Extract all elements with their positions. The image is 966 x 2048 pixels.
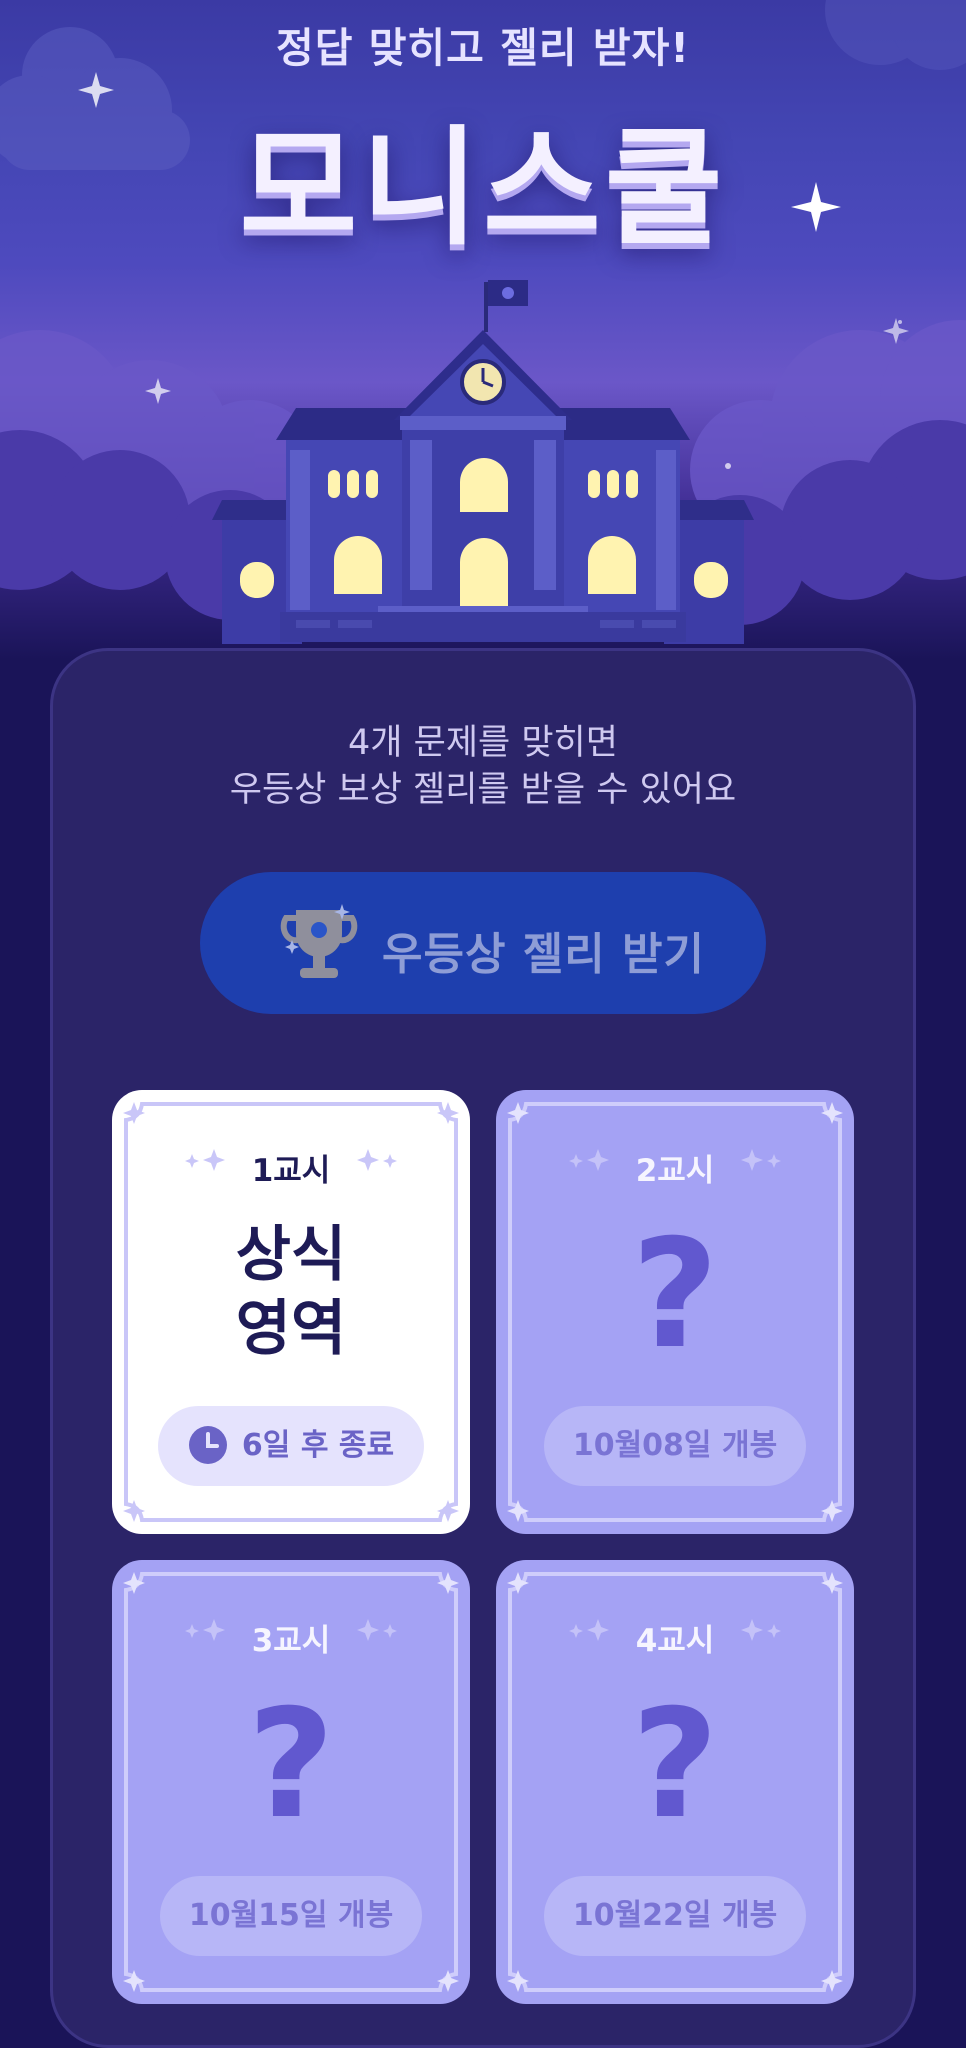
intro-line-2: 우등상 보상 젤리를 받을 수 있어요 xyxy=(229,770,737,810)
card-status-pill: 6일 후 종료 xyxy=(158,1406,424,1486)
reward-button-label: 우등상 젤리 받기 xyxy=(382,929,705,980)
card-period-label: 2교시 xyxy=(635,1153,715,1189)
clock-icon xyxy=(188,1425,227,1464)
hero-subtitle: 정답 맞히고 젤리 받자! xyxy=(276,24,690,72)
card-subject-line-1: 상식 xyxy=(235,1220,347,1290)
card-period-label: 4교시 xyxy=(635,1623,715,1659)
card-status-pill: 10월15일 개봉 xyxy=(160,1876,422,1956)
hero-banner: 정답 맞히고 젤리 받자! 모니스쿨 xyxy=(0,0,966,660)
card-period-label: 1교시 xyxy=(251,1153,331,1189)
reward-jelly-button[interactable]: 우등상 젤리 받기 xyxy=(200,872,766,1014)
card-status-text: 6일 후 종료 xyxy=(241,1428,395,1463)
quiz-card-period-2[interactable]: 2교시 ? 10월08일 개봉 xyxy=(496,1090,854,1534)
question-mark-icon: ? xyxy=(631,1678,719,1852)
question-mark-icon: ? xyxy=(247,1678,335,1852)
card-subject: 상식 영역 xyxy=(112,1218,470,1366)
hero-title-logo: 모니스쿨 xyxy=(239,114,727,263)
card-subject-line-2: 영역 xyxy=(235,1294,347,1364)
intro-text: 4개 문제를 맞히면 우등상 보상 젤리를 받을 수 있어요 xyxy=(0,720,966,814)
card-status-pill: 10월22일 개봉 xyxy=(544,1876,806,1956)
card-period-label: 3교시 xyxy=(251,1623,331,1659)
intro-line-1: 4개 문제를 맞히면 xyxy=(348,723,618,763)
quiz-card-period-4[interactable]: 4교시 ? 10월22일 개봉 xyxy=(496,1560,854,2004)
question-mark-icon: ? xyxy=(631,1208,719,1382)
card-status-pill: 10월08일 개봉 xyxy=(544,1406,806,1486)
trophy-icon xyxy=(280,904,358,978)
quiz-card-period-1[interactable]: 1교시 상식 영역 6일 후 종료 xyxy=(112,1090,470,1534)
quiz-card-period-3[interactable]: 3교시 ? 10월15일 개봉 xyxy=(112,1560,470,2004)
